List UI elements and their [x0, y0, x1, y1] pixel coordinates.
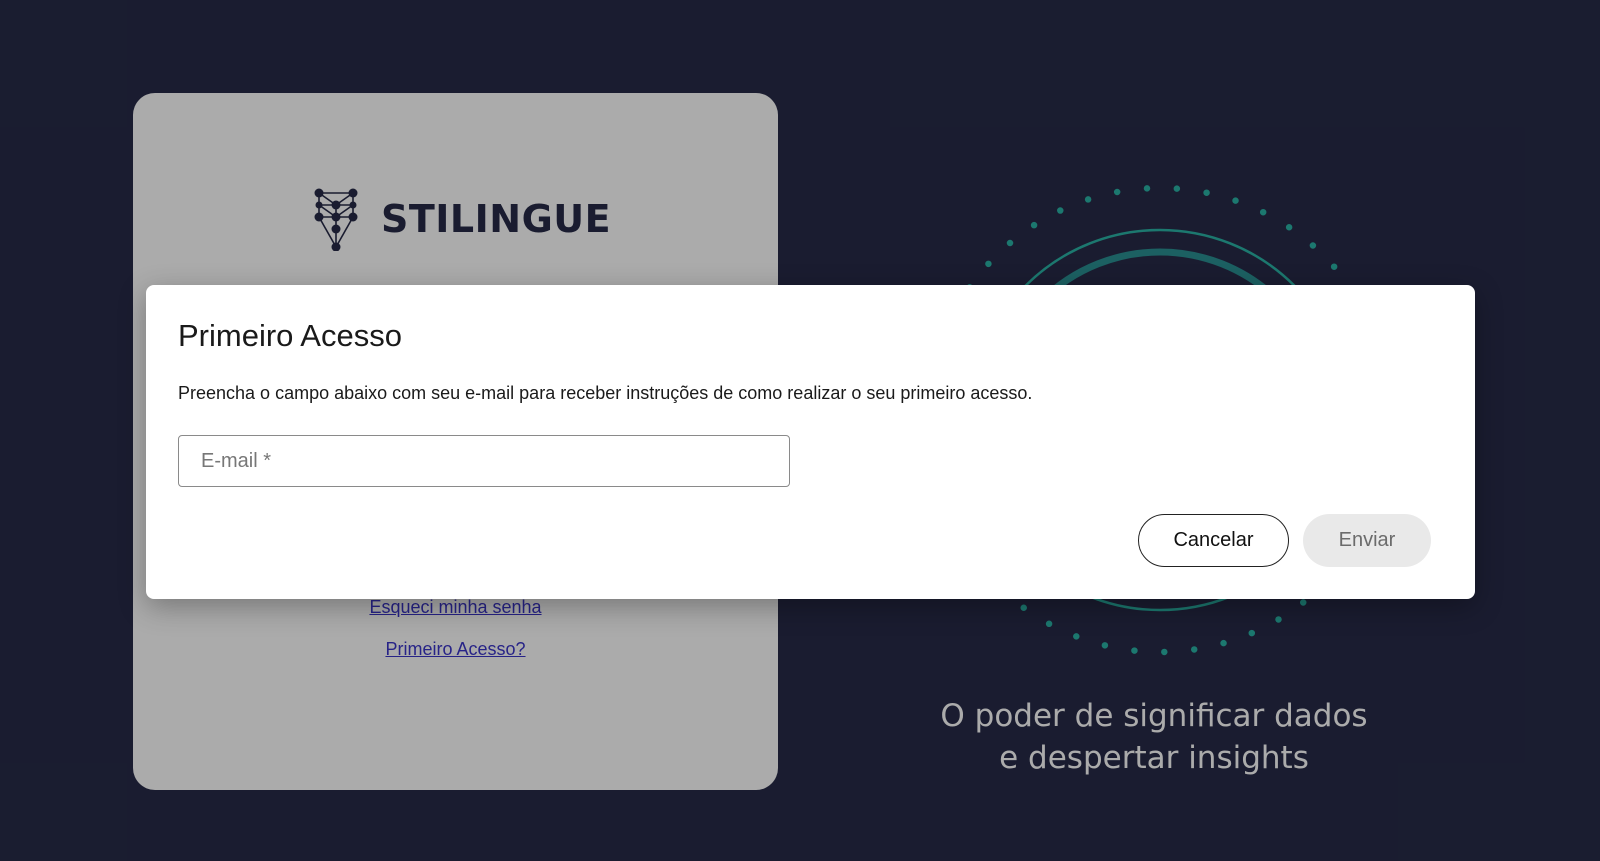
login-page: STILINGUE Esqueci minha senha Primeiro A… [0, 0, 1600, 861]
send-button[interactable]: Enviar [1303, 514, 1431, 567]
email-field[interactable] [178, 435, 790, 487]
dialog-title: Primeiro Acesso [178, 318, 402, 353]
first-access-dialog: Primeiro Acesso Preencha o campo abaixo … [146, 285, 1475, 599]
dialog-description: Preencha o campo abaixo com seu e-mail p… [178, 383, 1033, 403]
cancel-button[interactable]: Cancelar [1138, 514, 1289, 567]
